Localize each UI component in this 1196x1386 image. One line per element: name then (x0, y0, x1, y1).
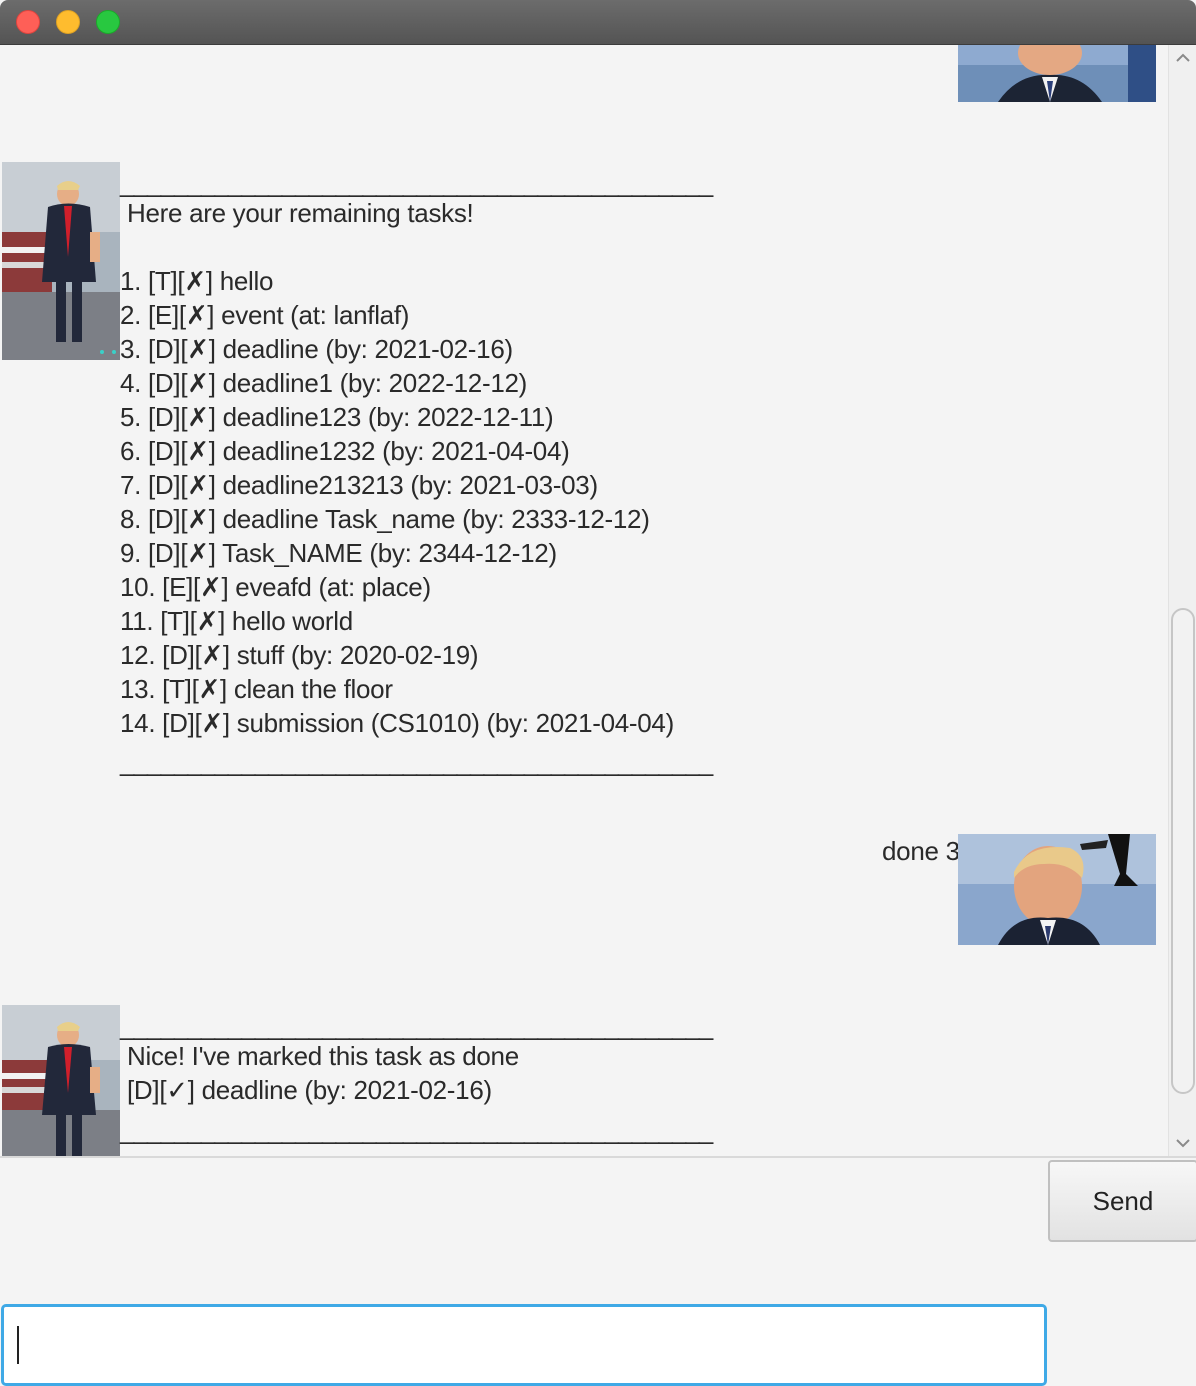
title-bar (0, 0, 1196, 45)
task-item: 3. [D][✗] deadline (by: 2021-02-16) (120, 334, 513, 364)
scroll-up-icon[interactable] (1174, 49, 1192, 67)
message-input[interactable] (1, 1304, 1047, 1386)
bot-message-line: [D][✓] deadline (by: 2021-02-16) (127, 1075, 492, 1105)
task-item: 13. [T][✗] clean the floor (120, 674, 393, 704)
task-item: 6. [D][✗] deadline1232 (by: 2021-04-04) (120, 436, 570, 466)
vertical-scrollbar[interactable] (1168, 45, 1196, 1156)
send-button[interactable]: Send (1048, 1160, 1196, 1242)
task-item: 2. [E][✗] event (at: lanflaf) (120, 300, 410, 330)
task-item: 14. [D][✗] submission (CS1010) (by: 2021… (120, 708, 674, 738)
user-avatar-image (958, 834, 1156, 945)
task-item: 12. [D][✗] stuff (by: 2020-02-19) (120, 640, 479, 670)
scroll-down-icon[interactable] (1174, 1134, 1192, 1152)
chat-scroll-pane[interactable]: ________________________________________… (0, 45, 1168, 1156)
bot-message-header: Here are your remaining tasks! (127, 198, 474, 228)
minimize-window-button[interactable] (56, 10, 80, 34)
bot-avatar-image (2, 162, 120, 360)
task-item: 7. [D][✗] deadline213213 (by: 2021-03-03… (120, 470, 598, 500)
task-item: 11. [T][✗] hello world (120, 606, 353, 636)
bot-avatar-image (2, 1005, 120, 1156)
zoom-window-button[interactable] (96, 10, 120, 34)
user-avatar-image (958, 45, 1156, 102)
text-caret (17, 1326, 19, 1364)
scrollbar-thumb[interactable] (1171, 608, 1195, 1094)
task-item: 1. [T][✗] hello (120, 266, 274, 296)
message-divider-top: ________________________________________… (120, 168, 713, 198)
message-divider-bottom: ________________________________________… (120, 747, 713, 777)
close-window-button[interactable] (16, 10, 40, 34)
bot-message-line: Nice! I've marked this task as done (127, 1041, 519, 1071)
task-item: 9. [D][✗] Task_NAME (by: 2344-12-12) (120, 538, 557, 568)
task-item: 8. [D][✗] deadline Task_name (by: 2333-1… (120, 504, 650, 534)
message-divider-bottom: ________________________________________… (120, 1115, 713, 1145)
task-list: 1. [T][✗] hello 2. [E][✗] event (at: lan… (120, 264, 674, 740)
task-item: 10. [E][✗] eveafd (at: place) (120, 572, 431, 602)
task-item: 4. [D][✗] deadline1 (by: 2022-12-12) (120, 368, 528, 398)
input-area-divider (0, 1156, 1196, 1158)
message-divider-top: ________________________________________… (120, 1011, 713, 1041)
task-item: 5. [D][✗] deadline123 (by: 2022-12-11) (120, 402, 554, 432)
app-window: ________________________________________… (0, 0, 1196, 1386)
user-message-text: done 3 (882, 836, 960, 866)
